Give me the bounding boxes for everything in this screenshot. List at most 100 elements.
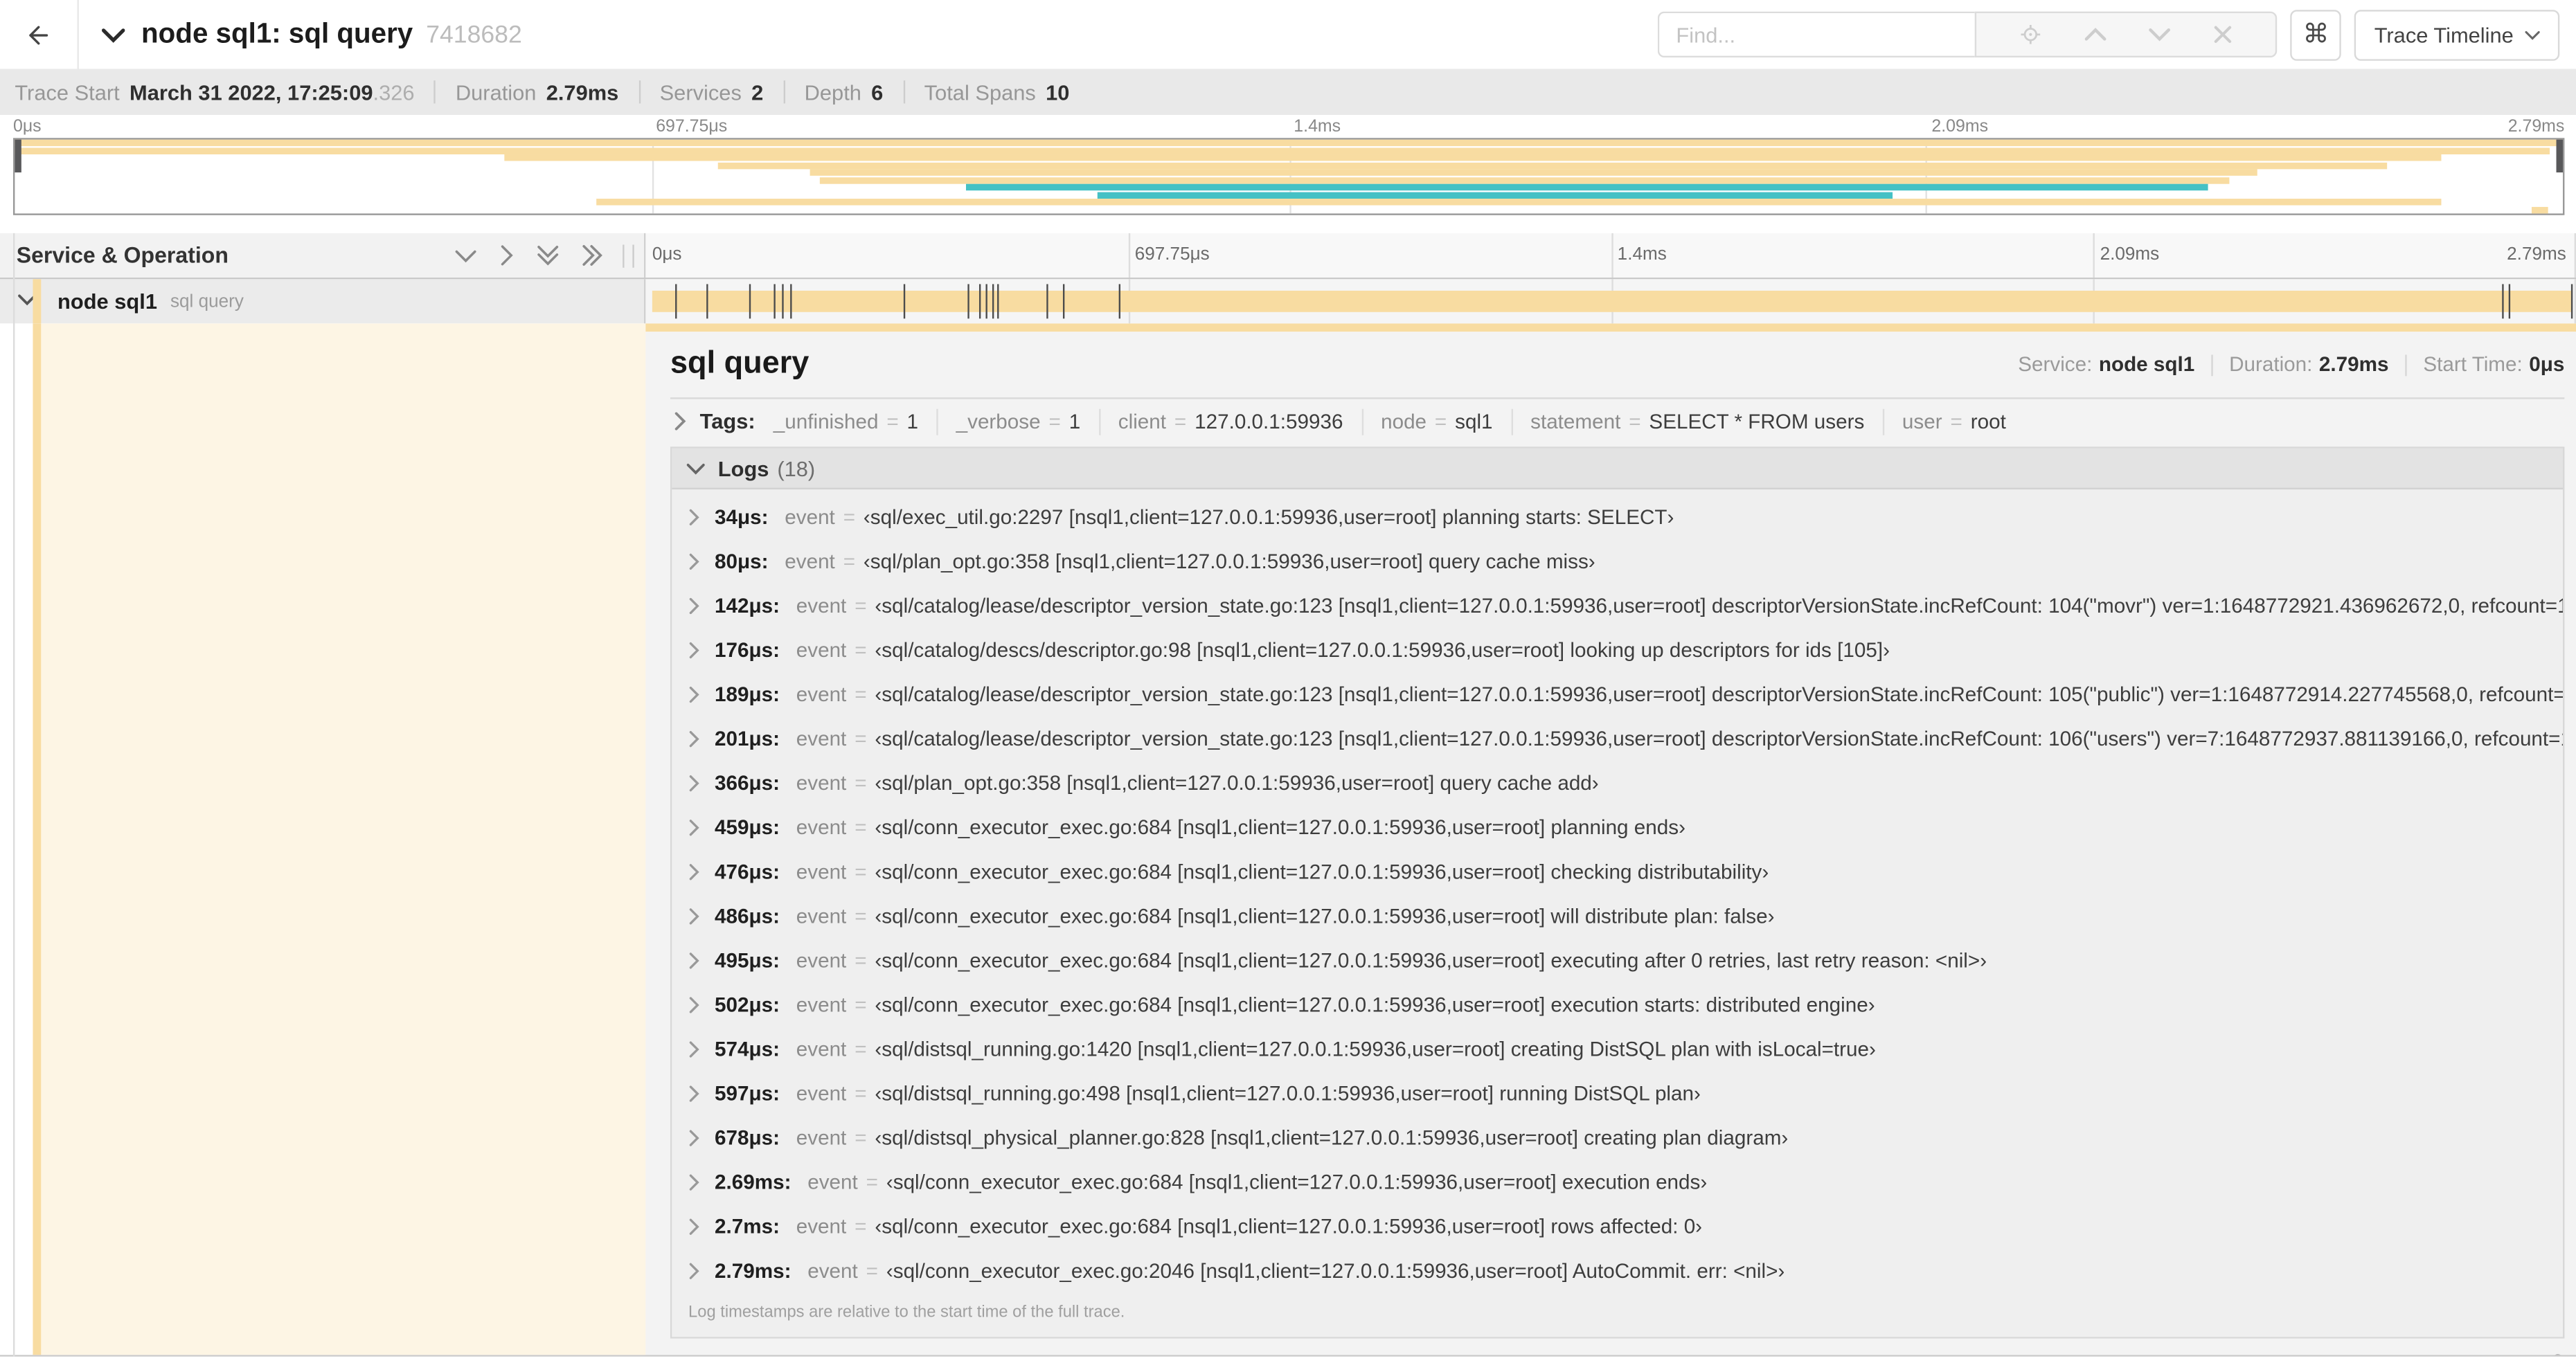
log-expand-icon[interactable] <box>688 863 700 880</box>
detail-panel: sql query Service: node sql1 Duration: 2.79… <box>645 323 2576 1355</box>
log-row[interactable]: 142μs: event = ‹sql/catalog/lease/descripto… <box>672 583 2563 627</box>
log-timestamp: 34μs: <box>715 505 769 528</box>
log-row[interactable]: 80μs: event = ‹sql/plan_opt.go:358 [nsql1,c… <box>672 539 2563 583</box>
log-expand-icon[interactable] <box>688 508 700 525</box>
collapse-all-icon[interactable] <box>537 244 559 266</box>
span-duration-bar[interactable] <box>652 284 2573 319</box>
log-marker <box>2502 284 2504 319</box>
log-row[interactable]: 459μs: event = ‹sql/conn_executor_exec.go:6… <box>672 805 2563 849</box>
detail-operation-name: sql query <box>670 346 810 381</box>
log-field-key: event <box>807 1170 858 1193</box>
find-actions <box>1975 11 2278 58</box>
log-field-value: ‹sql/conn_executor_exec.go:684 [nsql1,cl… <box>875 904 1775 928</box>
prev-match-icon[interactable] <box>2085 26 2107 43</box>
summary-label: Duration <box>455 80 537 105</box>
view-selector-button[interactable]: Trace Timeline <box>2354 9 2560 60</box>
log-row[interactable]: 2.7ms: event = ‹sql/conn_executor_exec.go:6… <box>672 1204 2563 1248</box>
expand-all-icon[interactable] <box>582 244 603 266</box>
log-expand-icon[interactable] <box>688 908 700 924</box>
next-match-icon[interactable] <box>2149 26 2171 43</box>
minimap-span-bar <box>717 162 2388 170</box>
back-button[interactable] <box>0 0 79 69</box>
tag-value: root <box>1970 409 2006 433</box>
log-row[interactable]: 476μs: event = ‹sql/conn_executor_exec.go:6… <box>672 849 2563 894</box>
log-row[interactable]: 189μs: event = ‹sql/catalog/lease/descripto… <box>672 671 2563 716</box>
clear-find-icon[interactable] <box>2213 25 2233 44</box>
timeline-tick-label: 2.09ms <box>2100 244 2160 264</box>
log-row[interactable]: 34μs: event = ‹sql/exec_util.go:2297 [nsql1… <box>672 494 2563 539</box>
trace-collapse-icon[interactable] <box>102 26 125 44</box>
tag-value: sql1 <box>1455 409 1493 433</box>
log-expand-icon[interactable] <box>688 641 700 658</box>
log-equals: = <box>855 726 867 750</box>
log-row[interactable]: 176μs: event = ‹sql/catalog/descs/descripto… <box>672 627 2563 671</box>
log-marker <box>749 284 752 319</box>
log-expand-icon[interactable] <box>688 1129 700 1146</box>
log-field-value: ‹sql/conn_executor_exec.go:684 [nsql1,cl… <box>875 859 1769 883</box>
minimap-right-handle[interactable] <box>2556 139 2564 173</box>
log-field-key: event <box>796 682 847 705</box>
expand-one-icon[interactable] <box>499 244 514 266</box>
log-field-value: ‹sql/conn_executor_exec.go:684 [nsql1,cl… <box>875 948 1987 972</box>
log-expand-icon[interactable] <box>688 1085 700 1101</box>
log-row[interactable]: 597μs: event = ‹sql/distsql_running.go:498 … <box>672 1071 2563 1115</box>
summary-label: Trace Start <box>15 80 120 105</box>
column-resizer-grip[interactable] <box>623 244 634 267</box>
minimap-span-bar <box>15 140 2564 147</box>
log-expand-icon[interactable] <box>688 1218 700 1234</box>
log-row[interactable]: 2.79ms: event = ‹sql/conn_executor_exec.go:… <box>672 1248 2563 1292</box>
log-expand-icon[interactable] <box>688 1173 700 1190</box>
detail-meta-label: Start Time: <box>2423 353 2523 377</box>
log-row[interactable]: 574μs: event = ‹sql/distsql_running.go:1420… <box>672 1027 2563 1071</box>
match-locate-icon[interactable] <box>2019 23 2042 46</box>
log-expand-icon[interactable] <box>688 597 700 613</box>
log-expand-icon[interactable] <box>688 774 700 791</box>
link-icon[interactable] <box>2541 1353 2564 1355</box>
log-row[interactable]: 201μs: event = ‹sql/catalog/lease/descripto… <box>672 716 2563 760</box>
span-color-accent <box>33 279 42 324</box>
log-row[interactable]: 366μs: event = ‹sql/plan_opt.go:358 [nsql1,… <box>672 760 2563 804</box>
log-row[interactable]: 495μs: event = ‹sql/conn_executor_exec.go:6… <box>672 938 2563 982</box>
log-expand-icon[interactable] <box>688 552 700 569</box>
keyboard-shortcuts-button[interactable]: ⌘ <box>2290 9 2342 60</box>
minimap-left-handle[interactable] <box>15 139 21 173</box>
span-row[interactable]: node sql1 sql query <box>0 279 2576 324</box>
log-expand-icon[interactable] <box>688 685 700 702</box>
summary-label: Depth <box>804 80 861 105</box>
find-input[interactable] <box>1658 11 1976 58</box>
log-marker <box>790 284 792 319</box>
summary-separator <box>902 80 905 104</box>
trace-minimap: 0μs 697.75μs 1.4ms 2.09ms 2.79ms <box>0 115 2576 219</box>
log-marker <box>997 284 999 319</box>
minimap-tick-label: 697.75μs <box>656 116 728 136</box>
logs-header[interactable]: Logs (18) <box>672 448 2564 489</box>
log-row[interactable]: 502μs: event = ‹sql/conn_executor_exec.go:6… <box>672 982 2563 1027</box>
minimap-canvas[interactable] <box>12 138 2565 215</box>
log-expand-icon[interactable] <box>688 996 700 1013</box>
log-expand-icon[interactable] <box>688 818 700 836</box>
detail-card: sql query Service: node sql1 Duration: 2.79… <box>645 332 2576 1355</box>
log-row[interactable]: 678μs: event = ‹sql/distsql_physical_planne… <box>672 1115 2563 1159</box>
log-expand-icon[interactable] <box>688 1040 700 1057</box>
span-bar-cell[interactable] <box>645 279 2576 324</box>
collapse-one-icon[interactable] <box>455 247 476 264</box>
log-marker <box>675 284 677 319</box>
log-expand-icon[interactable] <box>688 730 700 747</box>
tags-expand-icon[interactable] <box>674 412 687 431</box>
log-equals: = <box>855 948 867 972</box>
log-equals: = <box>843 549 856 572</box>
log-equals: = <box>855 1037 867 1060</box>
tag-key: _unfinished <box>773 409 879 433</box>
log-timestamp: 2.69ms: <box>715 1170 791 1193</box>
log-expand-icon[interactable] <box>688 952 700 968</box>
log-row[interactable]: 486μs: event = ‹sql/conn_executor_exec.go:6… <box>672 894 2563 938</box>
top-bar-controls: ⌘ Trace Timeline <box>1658 9 2560 60</box>
span-name-cell[interactable]: node sql1 sql query <box>0 279 646 324</box>
tag-equals: = <box>1048 409 1061 433</box>
log-row[interactable]: 2.69ms: event = ‹sql/conn_executor_exec.go:… <box>672 1159 2563 1204</box>
log-expand-icon[interactable] <box>688 1262 700 1279</box>
detail-left-column <box>0 323 646 1355</box>
log-field-value: ‹sql/distsql_physical_planner.go:828 [ns… <box>875 1126 1789 1149</box>
log-timestamp: 2.79ms: <box>715 1258 791 1282</box>
tags-row[interactable]: Tags: _unfinished = 1 _verbose = 1 client = 127.… <box>670 399 2564 444</box>
